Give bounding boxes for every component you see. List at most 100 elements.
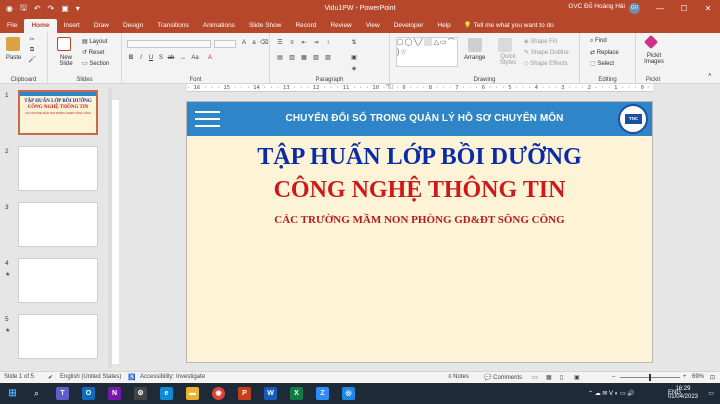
tab-home[interactable]: Home <box>24 19 57 33</box>
pickit-images-button[interactable]: Pickit Images <box>640 53 668 65</box>
font-color-icon[interactable]: A <box>206 55 214 62</box>
align-center-icon[interactable]: ▥ <box>288 55 296 62</box>
settings-gear-icon[interactable]: ⚙ <box>134 387 147 400</box>
italic-icon[interactable]: I <box>137 55 145 62</box>
replace-button[interactable]: ⇄ Replace <box>590 49 619 56</box>
zoom-slider-thumb[interactable] <box>649 374 651 381</box>
windows-start-icon[interactable]: ⊞ <box>6 387 19 400</box>
smartart-icon[interactable]: ◈ <box>350 66 358 73</box>
zoom-app-icon[interactable]: Z <box>316 387 329 400</box>
underline-icon[interactable]: U <box>147 55 155 62</box>
tab-draw[interactable]: Draw <box>87 19 116 33</box>
zoom-slider[interactable] <box>620 374 680 381</box>
thumbnail-slide-3[interactable]: 3 <box>0 202 104 250</box>
paste-icon[interactable] <box>6 37 20 51</box>
reset-button[interactable]: ↺ Reset <box>82 49 104 56</box>
quick-styles-icon[interactable] <box>498 38 512 52</box>
grow-font-icon[interactable]: A <box>240 40 248 47</box>
start-slideshow-icon[interactable]: ▣ <box>61 4 69 13</box>
thumbnail-slide-4[interactable]: 4 ★ <box>0 258 104 306</box>
thumbnail-preview[interactable]: TẬP HUẤN LỚP BỒI DƯỠNG CÔNG NGHỆ THÔNG T… <box>18 90 98 135</box>
thumbnail-preview[interactable] <box>18 146 98 191</box>
tab-design[interactable]: Design <box>116 19 150 33</box>
excel-icon[interactable]: X <box>290 387 303 400</box>
thumbnail-slide-1[interactable]: 1 TẬP HUẤN LỚP BỒI DƯỠNG CÔNG NGHỆ THÔNG… <box>0 90 104 138</box>
tab-transitions[interactable]: Transitions <box>150 19 196 33</box>
tab-insert[interactable]: Insert <box>57 19 87 33</box>
increase-indent-icon[interactable]: ⇥ <box>312 40 320 47</box>
slideshow-view-icon[interactable]: ▣ <box>574 374 580 381</box>
slide-sorter-icon[interactable]: ▦ <box>546 374 552 381</box>
find-button[interactable]: ⌕ Find <box>590 38 607 45</box>
line-spacing-icon[interactable]: ↕ <box>324 40 332 47</box>
numbering-icon[interactable]: ≡ <box>288 40 296 47</box>
fit-slide-icon[interactable]: ⊡ <box>710 374 715 381</box>
clear-format-icon[interactable]: ⌫ <box>260 40 268 47</box>
new-slide-button[interactable]: New Slide <box>54 55 78 67</box>
slide-canvas[interactable]: CHUYỂN ĐỔI SỐ TRONG QUẢN LÝ HỒ SƠ CHUYÊN… <box>186 101 653 363</box>
outlook-icon[interactable]: O <box>82 387 95 400</box>
close-button[interactable]: ✕ <box>696 0 720 17</box>
tab-slide-show[interactable]: Slide Show <box>242 19 289 33</box>
shape-effects-button[interactable]: ◇ Shape Effects <box>524 60 568 67</box>
undo-icon[interactable]: ↶ <box>34 4 41 13</box>
layout-button[interactable]: ▤ Layout <box>82 38 107 45</box>
save-icon[interactable]: 🖫 <box>20 2 27 16</box>
slide-subtitle[interactable]: CÁC TRƯỜNG MẦM NON PHÒNG GD&ĐT SÔNG CÔNG <box>187 214 652 226</box>
section-button[interactable]: ▭ Section <box>82 60 109 67</box>
teams-icon[interactable]: T <box>56 387 69 400</box>
tab-record[interactable]: Record <box>288 19 323 33</box>
strikethrough-icon[interactable]: ab <box>167 55 175 62</box>
shadow-icon[interactable]: S <box>157 55 165 62</box>
shape-fill-button[interactable]: ◈ Shape Fill <box>524 38 557 45</box>
shrink-font-icon[interactable]: a <box>250 40 258 47</box>
minimize-button[interactable]: — <box>648 0 672 17</box>
justify-icon[interactable]: ▧ <box>312 55 320 62</box>
format-painter-icon[interactable]: 🖌 <box>28 57 36 64</box>
align-right-icon[interactable]: ▦ <box>300 55 308 62</box>
avatar[interactable]: GV <box>629 3 640 14</box>
cut-icon[interactable]: ✂ <box>28 37 36 44</box>
normal-view-icon[interactable]: ▭ <box>532 374 538 381</box>
paste-button[interactable]: Paste <box>6 55 21 61</box>
tab-animations[interactable]: Animations <box>196 19 242 33</box>
redo-icon[interactable]: ↷ <box>48 4 55 13</box>
language-status[interactable]: English (United States) <box>60 374 121 380</box>
comments-button[interactable]: 💬 Comments <box>484 374 522 381</box>
clock[interactable]: 16:29 01/04/2023 <box>668 385 698 401</box>
thumbnail-preview[interactable] <box>18 314 98 359</box>
thumbnail-slide-2[interactable]: 2 <box>0 146 104 194</box>
file-explorer-icon[interactable]: ▬ <box>186 387 199 400</box>
tab-file[interactable]: File <box>0 19 24 33</box>
spellcheck-icon[interactable]: ✔ <box>48 374 53 381</box>
chrome-icon[interactable]: ◉ <box>212 387 225 400</box>
zoom-in-button[interactable]: + <box>683 374 687 380</box>
decrease-indent-icon[interactable]: ⇤ <box>300 40 308 47</box>
arrange-button[interactable]: Arrange <box>464 55 485 61</box>
text-direction-icon[interactable]: ⇅ <box>350 40 358 47</box>
user-name[interactable]: GVC Đỗ Hoàng Hải <box>568 3 625 10</box>
maximize-button[interactable]: ☐ <box>672 0 696 17</box>
zoom-level[interactable]: 69% <box>692 374 704 380</box>
app-icon[interactable]: ◎ <box>342 387 355 400</box>
thumbnail-preview[interactable] <box>18 258 98 303</box>
align-left-icon[interactable]: ▤ <box>276 55 284 62</box>
search-icon[interactable]: ⌕ <box>34 388 39 399</box>
reading-view-icon[interactable]: ▯ <box>560 374 563 381</box>
tab-view[interactable]: View <box>359 19 387 33</box>
customize-qa-icon[interactable]: ▾ <box>76 4 80 13</box>
new-slide-icon[interactable] <box>57 37 71 51</box>
select-button[interactable]: ⬚ Select <box>590 60 614 67</box>
slide-title-line2[interactable]: CÔNG NGHỆ THÔNG TIN <box>187 177 652 204</box>
tab-review[interactable]: Review <box>323 19 358 33</box>
notes-button[interactable]: ≡ Notes <box>448 374 469 380</box>
columns-icon[interactable]: ▨ <box>324 55 332 62</box>
tray-icons[interactable]: ⌃ ☁ ✉ V ◐ ▭ 🔊 <box>588 390 635 397</box>
pickit-icon[interactable] <box>643 34 659 50</box>
shape-outline-button[interactable]: ✎ Shape Outline <box>524 49 569 56</box>
font-size-box[interactable] <box>214 40 236 48</box>
thumbnail-slide-5[interactable]: 5 ★ <box>0 314 104 362</box>
accessibility-status[interactable]: Accessibility: Investigate <box>140 374 205 380</box>
copy-icon[interactable]: ⧉ <box>28 47 36 54</box>
accessibility-icon[interactable]: ♿ <box>128 374 135 381</box>
